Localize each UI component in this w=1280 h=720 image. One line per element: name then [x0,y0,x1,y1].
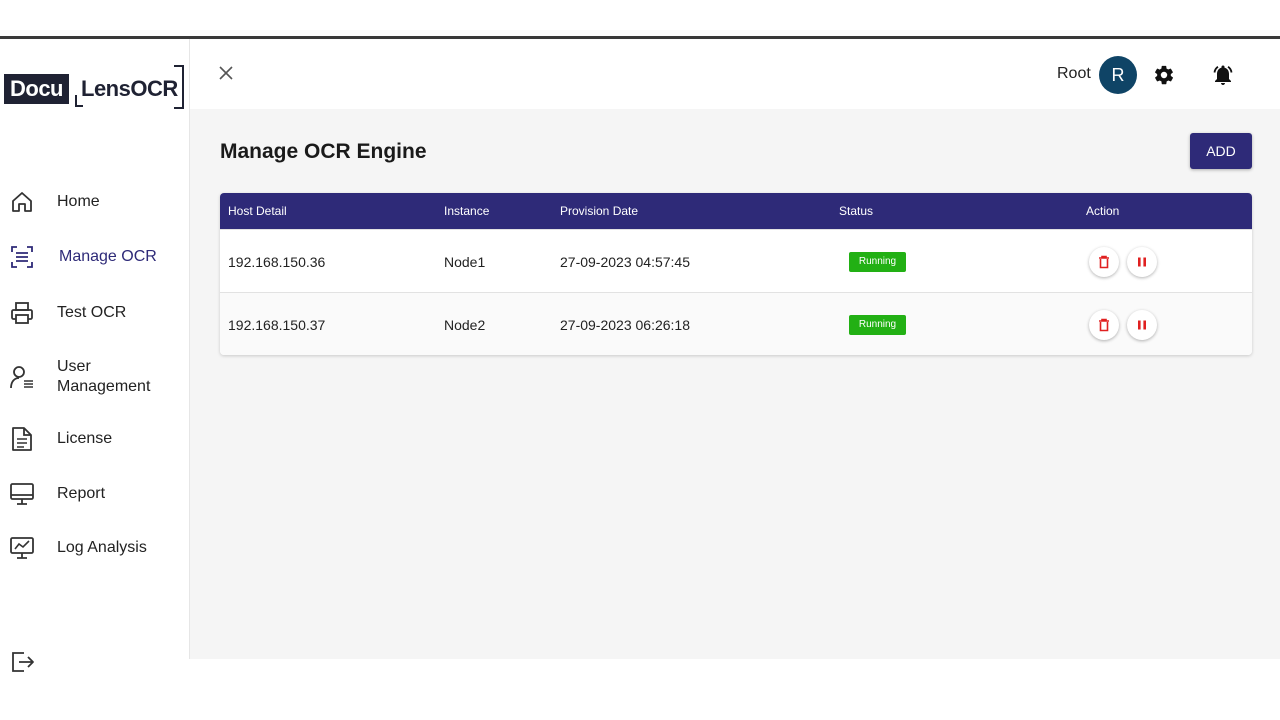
sidebar-item-label: User Management [57,358,151,395]
sidebar-item-license[interactable]: License [0,419,190,459]
scan-icon [9,244,35,270]
sidebar-item-home[interactable]: Home [0,182,190,222]
user-name: Root [1057,65,1091,82]
sidebar-item-report[interactable]: Report [0,474,190,514]
avatar[interactable]: R [1099,56,1137,94]
provision-date-cell: 27-09-2023 06:26:18 [560,317,690,333]
printer-icon [9,300,35,326]
host-cell: 192.168.150.37 [228,317,326,333]
top-header: Root R [190,39,1280,109]
page-title: Manage OCR Engine [220,140,427,163]
status-badge: Running [849,252,906,272]
column-header-provision-date[interactable]: Provision Date [560,204,638,218]
add-button[interactable]: ADD [1190,133,1252,169]
sidebar-item-manage-ocr[interactable]: Manage OCR [0,237,190,277]
logout-icon[interactable] [10,649,36,675]
pause-button[interactable] [1127,247,1157,277]
user-list-icon [9,364,35,390]
delete-button[interactable] [1089,310,1119,340]
sidebar-item-log-analysis[interactable]: Log Analysis [0,528,190,568]
column-header-host[interactable]: Host Detail [228,204,287,218]
pause-icon [1138,320,1146,330]
home-icon [9,189,35,215]
instance-cell: Node2 [444,317,486,333]
monitor-icon [9,481,35,507]
column-header-status[interactable]: Status [839,204,873,218]
sidebar-item-user-management[interactable]: User Management [0,355,190,399]
table-row: 192.168.150.37 Node2 27-09-2023 06:26:18… [220,292,1252,355]
pause-icon [1138,257,1146,267]
column-header-instance[interactable]: Instance [444,204,489,218]
column-header-action: Action [1086,204,1120,218]
sidebar-item-label: Manage OCR [59,248,157,265]
table-header: Host Detail Instance Provision Date Stat… [220,193,1252,229]
host-cell: 192.168.150.36 [228,254,326,270]
sidebar-item-test-ocr[interactable]: Test OCR [0,293,190,333]
pause-button[interactable] [1127,310,1157,340]
sidebar-item-label: License [57,430,113,447]
close-icon[interactable] [218,65,234,81]
bell-icon[interactable] [1211,63,1235,87]
logo-part2: LensOCR [81,76,178,101]
trash-icon [1099,255,1109,269]
delete-button[interactable] [1089,247,1119,277]
app-logo[interactable]: Docu LensOCR [4,65,186,109]
sidebar-item-label: Test OCR [57,304,127,321]
trash-icon [1099,318,1109,332]
logo-bracket-right [174,65,184,109]
gear-icon[interactable] [1153,64,1175,86]
sidebar-item-label: Log Analysis [57,539,147,556]
document-icon [9,426,35,452]
ocr-engine-table: Host Detail Instance Provision Date Stat… [220,193,1252,355]
status-badge: Running [849,315,906,335]
table-row: 192.168.150.36 Node1 27-09-2023 04:57:45… [220,229,1252,292]
instance-cell: Node1 [444,254,486,270]
provision-date-cell: 27-09-2023 04:57:45 [560,254,690,270]
sidebar-item-label: Home [57,193,100,210]
chart-monitor-icon [9,535,35,561]
sidebar: Docu LensOCR Home Manage OCR Test OCR Us… [0,39,190,659]
sidebar-item-label: Report [57,485,106,502]
logo-part1: Docu [4,74,69,104]
main-content: Manage OCR Engine ADD Host Detail Instan… [190,109,1280,659]
